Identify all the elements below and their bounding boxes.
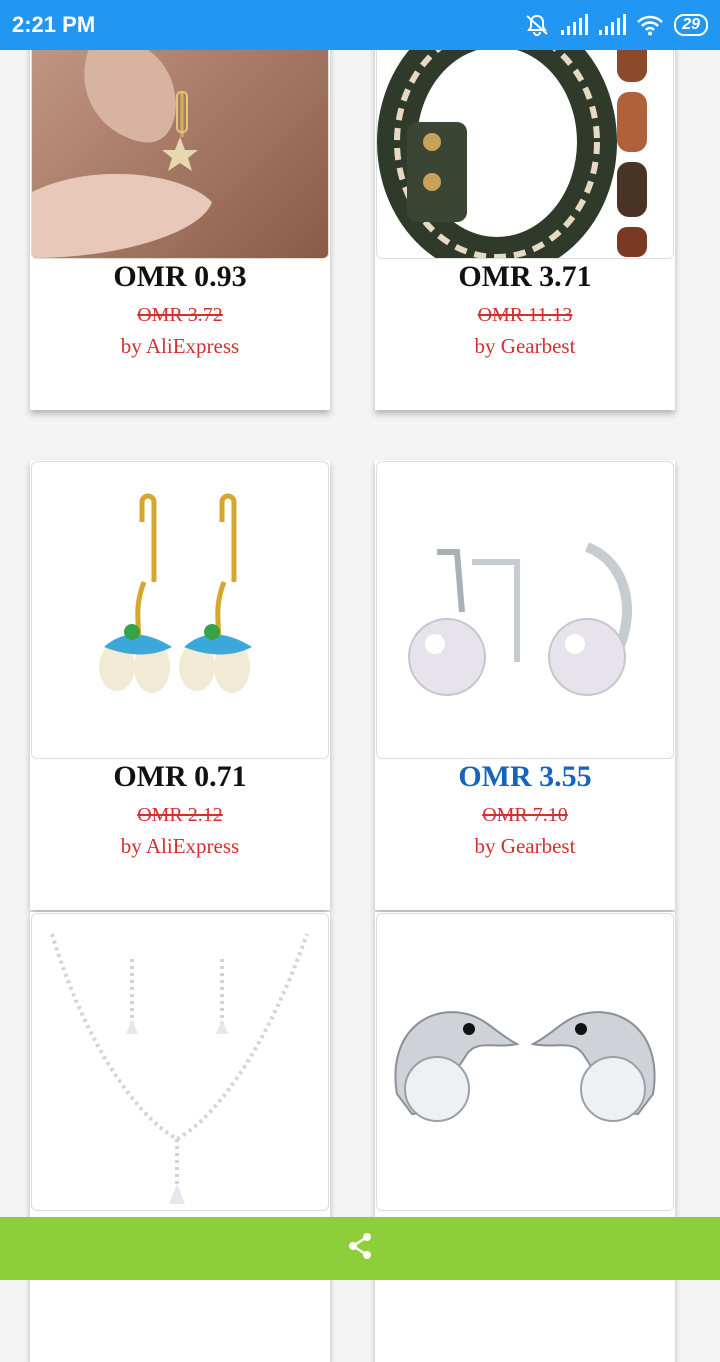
bottom-share-bar — [0, 1217, 720, 1280]
product-old-price: OMR 2.12 — [137, 804, 223, 826]
status-icons: 29 — [524, 13, 708, 37]
share-icon[interactable] — [345, 1231, 375, 1266]
product-card[interactable] — [30, 912, 330, 1362]
product-seller: by AliExpress — [120, 334, 240, 358]
product-price: OMR 3.71 — [458, 260, 592, 293]
signal-icon — [598, 14, 627, 36]
status-bar: 2:21 PM 29 — [0, 0, 720, 50]
signal-icon — [560, 14, 589, 36]
dolphin-earrings-photo — [376, 913, 674, 1211]
product-seller: by AliExpress — [120, 834, 240, 858]
necklace-set-photo — [31, 913, 329, 1211]
product-price: OMR 0.93 — [113, 260, 247, 293]
wifi-icon — [636, 14, 664, 36]
product-card[interactable]: OMR 3.71 OMR 11.13 by Gearbest — [375, 0, 675, 410]
product-card[interactable]: OMR 0.71 OMR 2.12 by AliExpress — [30, 460, 330, 910]
product-grid: OMR 0.93 OMR 3.72 by AliExpress OMR 3.71… — [0, 0, 720, 1362]
mute-bell-icon — [524, 13, 550, 37]
flower-earrings-photo — [31, 461, 329, 759]
product-old-price: OMR 11.13 — [477, 304, 573, 326]
product-seller: by Gearbest — [474, 334, 576, 358]
product-seller: by Gearbest — [474, 834, 576, 858]
product-card[interactable]: OMR 3.55 OMR 7.10 by Gearbest — [375, 460, 675, 910]
product-card[interactable]: OMR 0.93 OMR 3.72 by AliExpress — [30, 0, 330, 410]
product-old-price: OMR 3.72 — [137, 304, 223, 326]
battery-icon: 29 — [674, 14, 708, 36]
product-price: OMR 0.71 — [113, 760, 247, 793]
product-card[interactable] — [375, 912, 675, 1362]
product-price: OMR 3.55 — [458, 760, 592, 793]
pearl-earrings-photo — [376, 461, 674, 759]
product-old-price: OMR 7.10 — [482, 804, 568, 826]
status-time: 2:21 PM — [12, 12, 96, 37]
